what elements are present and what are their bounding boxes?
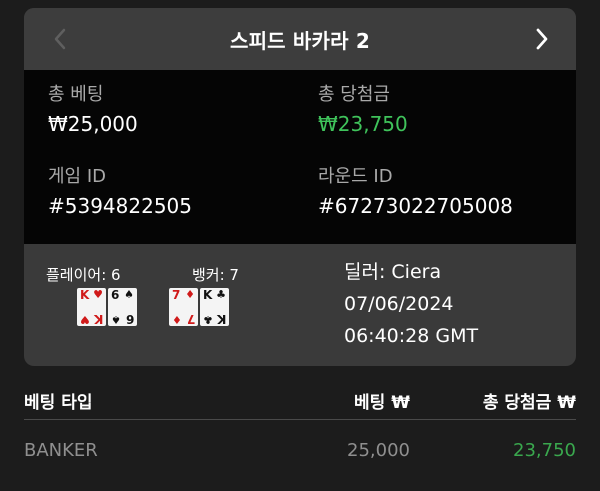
card-rank: 7 bbox=[172, 288, 181, 302]
bet-amount-cell: 25,000 bbox=[347, 440, 410, 461]
spade-icon: ♠ bbox=[124, 288, 134, 301]
game-title: 스피드 바카라 2 bbox=[229, 28, 371, 53]
bet-amount-header: 베팅 ₩ bbox=[354, 393, 410, 413]
next-round-button[interactable] bbox=[512, 8, 572, 70]
heart-icon: ♥ bbox=[93, 288, 103, 301]
panel-header: 스피드 바카라 2 bbox=[24, 8, 576, 70]
card-rank: 7 bbox=[186, 312, 195, 326]
club-icon: ♣ bbox=[216, 288, 226, 301]
card-rank: 6 bbox=[111, 288, 120, 302]
round-id-label: 라운드 ID bbox=[318, 166, 393, 187]
round-meta: 딜러: Ciera 07/06/2024 06:40:28 GMT bbox=[344, 256, 478, 352]
banker-card-1: 7 ♦ 7 ♦ bbox=[169, 288, 198, 326]
banker-score-label: 뱅커: 7 bbox=[192, 266, 239, 284]
club-icon: ♣ bbox=[203, 313, 213, 326]
win-amount-cell: 23,750 bbox=[513, 440, 576, 461]
hands-section: 플레이어: 6 뱅커: 7 K ♥ K ♥ 6 ♠ 6 ♠ 7 ♦ 7 ♦ K … bbox=[24, 244, 576, 366]
bet-type-header: 베팅 타입 bbox=[24, 393, 93, 413]
total-win: 총 당첨금 ₩23,750 bbox=[318, 80, 408, 136]
chevron-left-icon bbox=[54, 28, 66, 50]
total-bet-value: ₩25,000 bbox=[48, 112, 138, 136]
round-id-value: #67273022705008 bbox=[318, 194, 513, 218]
player-score-label: 플레이어: 6 bbox=[46, 266, 121, 284]
total-win-label: 총 당첨금 bbox=[318, 84, 390, 105]
card-rank: K bbox=[80, 288, 90, 302]
dealer-name: 딜러: Ciera bbox=[344, 261, 442, 283]
spade-icon: ♠ bbox=[111, 313, 121, 326]
game-id-value: #5394822505 bbox=[48, 194, 193, 218]
round-time: 06:40:28 GMT bbox=[344, 325, 479, 347]
diamond-icon: ♦ bbox=[185, 288, 195, 301]
round-date: 07/06/2024 bbox=[344, 293, 454, 315]
win-amount-header: 총 당첨금 ₩ bbox=[482, 393, 576, 413]
card-rank: K bbox=[216, 312, 226, 326]
round-details-panel: 스피드 바카라 2 총 베팅 ₩25,000 총 당첨금 ₩23,750 게임 … bbox=[24, 8, 576, 366]
game-id: 게임 ID #5394822505 bbox=[48, 162, 192, 218]
card-rank: K bbox=[93, 312, 103, 326]
table-row: BANKER 25,000 23,750 bbox=[24, 440, 576, 468]
prev-round-button[interactable] bbox=[30, 8, 90, 70]
summary-section: 총 베팅 ₩25,000 총 당첨금 ₩23,750 게임 ID #539482… bbox=[24, 70, 576, 244]
heart-icon: ♥ bbox=[80, 313, 90, 326]
player-card-1: K ♥ K ♥ bbox=[77, 288, 106, 326]
total-win-value: ₩23,750 bbox=[318, 112, 408, 136]
total-bet: 총 베팅 ₩25,000 bbox=[48, 80, 138, 136]
diamond-icon: ♦ bbox=[172, 313, 182, 326]
player-card-2: 6 ♠ 6 ♠ bbox=[108, 288, 137, 326]
round-id: 라운드 ID #67273022705008 bbox=[318, 162, 513, 218]
card-rank: 6 bbox=[125, 312, 134, 326]
bet-type-cell: BANKER bbox=[24, 440, 98, 461]
total-bet-label: 총 베팅 bbox=[48, 84, 104, 105]
chevron-right-icon bbox=[536, 28, 548, 50]
game-id-label: 게임 ID bbox=[48, 166, 107, 187]
bets-table-header: 베팅 타입 베팅 ₩ 총 당첨금 ₩ bbox=[24, 388, 576, 420]
card-rank: K bbox=[203, 288, 213, 302]
banker-card-2: K ♣ K ♣ bbox=[200, 288, 229, 326]
